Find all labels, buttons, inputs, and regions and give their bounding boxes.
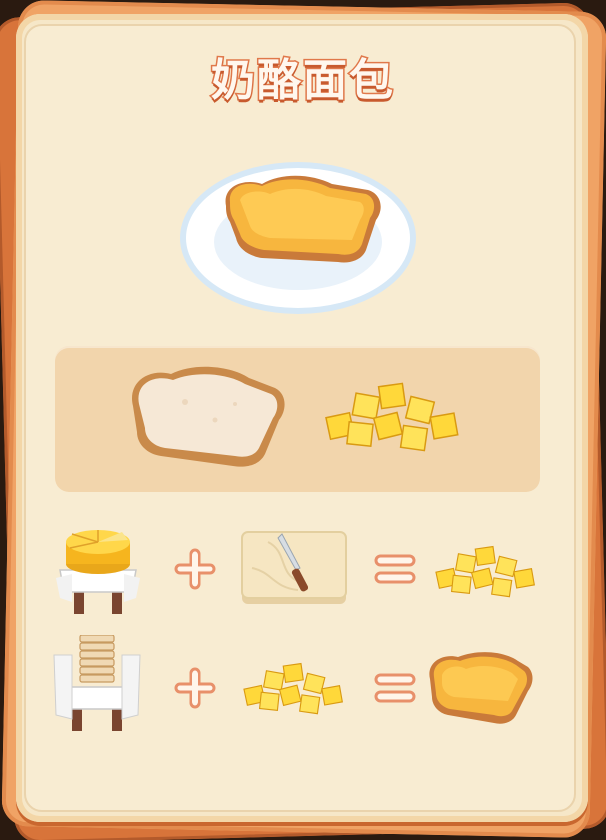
cheese-wheel-on-stand-icon	[56, 530, 140, 614]
knife-on-cutting-board-icon	[241, 531, 347, 604]
cheese-cubes-icon	[243, 662, 343, 715]
cheese-toast-on-plate-icon	[180, 162, 416, 314]
equals-icon	[374, 554, 416, 584]
plus-icon	[174, 548, 216, 590]
bread-stack-on-stand-icon	[53, 635, 141, 731]
cheese-toast-icon	[429, 652, 533, 724]
equals-icon	[374, 673, 416, 703]
bread-slice-icon	[131, 366, 285, 467]
plus-icon	[174, 667, 216, 709]
cheese-cubes-icon	[435, 545, 535, 598]
recipe-step-row	[0, 635, 606, 735]
recipe-step-row	[0, 520, 606, 620]
recipe-title: 奶酪面包	[210, 54, 395, 108]
cheese-cubes-icon	[325, 382, 459, 452]
